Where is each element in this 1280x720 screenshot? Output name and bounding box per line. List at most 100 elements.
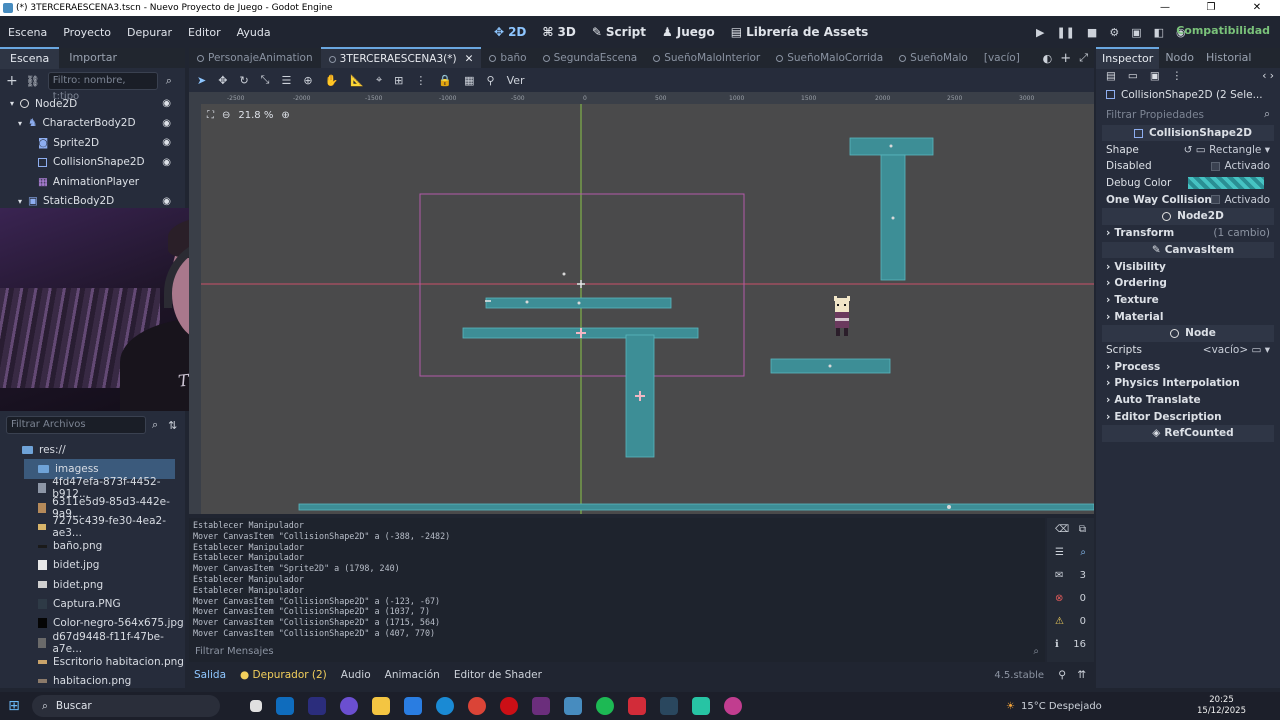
- copy-output-icon[interactable]: ⧉: [1079, 524, 1086, 535]
- tab-historial[interactable]: Historial: [1200, 48, 1257, 68]
- grid-snap-icon[interactable]: ⊞: [394, 74, 403, 87]
- expand-arrow-icon[interactable]: ▾: [10, 99, 14, 108]
- tab-salida[interactable]: Salida: [194, 669, 226, 681]
- pause-icon[interactable]: ❚❚: [1056, 26, 1074, 39]
- file-explorer-icon[interactable]: [372, 697, 390, 715]
- tab-animacion[interactable]: Animación: [385, 669, 440, 681]
- scene-tab[interactable]: [vacío]: [976, 48, 1028, 68]
- zoom-out-icon[interactable]: ⊖: [222, 110, 230, 121]
- search-icon[interactable]: ⌕: [1080, 547, 1086, 558]
- outlook-icon[interactable]: [276, 697, 294, 715]
- visibility-eye-icon[interactable]: ◉: [162, 118, 171, 129]
- filter-errors-toggle[interactable]: ⊗ 0: [1047, 587, 1094, 610]
- smart-snap-icon[interactable]: ⌖: [376, 73, 382, 87]
- section-process[interactable]: › Process: [1096, 358, 1280, 375]
- rotate-tool-icon[interactable]: ↻: [239, 74, 248, 87]
- group-icon[interactable]: ▦: [464, 74, 474, 87]
- obs-icon[interactable]: [724, 697, 742, 715]
- select-tool-icon[interactable]: ➤: [197, 74, 206, 87]
- fs-file[interactable]: baño.png: [0, 536, 185, 555]
- fs-file[interactable]: 7275c439-fe30-4ea2-ae3...: [0, 515, 185, 539]
- section-texture[interactable]: › Texture: [1096, 292, 1280, 309]
- open-folder-icon[interactable]: ▭: [1128, 70, 1138, 82]
- play-icon[interactable]: ▶: [1036, 26, 1044, 39]
- filter-info-toggle[interactable]: ℹ 16: [1047, 633, 1094, 656]
- fs-root[interactable]: res://: [0, 440, 185, 459]
- ruler-tool-icon[interactable]: 📐: [350, 74, 364, 87]
- menu-escena[interactable]: Escena: [0, 26, 55, 39]
- tree-row-node2d[interactable]: ▾ Node2D ◉: [0, 94, 185, 114]
- fs-file[interactable]: bidet.jpg: [0, 556, 185, 575]
- tree-row-collisionshape2d[interactable]: CollisionShape2D ◉: [0, 153, 185, 173]
- section-ordering[interactable]: › Ordering: [1096, 275, 1280, 292]
- edge-icon[interactable]: [436, 697, 454, 715]
- fs-file[interactable]: bidet.png: [0, 575, 185, 594]
- tab-importar[interactable]: Importar: [59, 48, 127, 68]
- store-icon[interactable]: [404, 697, 422, 715]
- more-icon[interactable]: ⋮: [1172, 70, 1183, 82]
- section-visibility[interactable]: › Visibility: [1096, 258, 1280, 275]
- screen-2d-button[interactable]: ✥ 2D: [494, 25, 526, 39]
- play-custom-icon[interactable]: ◧: [1154, 26, 1164, 39]
- sort-icon[interactable]: ⇅: [168, 419, 177, 432]
- clear-output-icon[interactable]: ⌫: [1055, 524, 1069, 535]
- center-view-icon[interactable]: ⛶: [207, 110, 214, 121]
- task-view-icon[interactable]: [250, 700, 262, 712]
- tabs-scroll-icon[interactable]: ◐: [1043, 52, 1053, 65]
- debug-color-swatch[interactable]: [1188, 177, 1264, 190]
- view-menu[interactable]: Ver: [507, 74, 525, 87]
- minimize-button[interactable]: —: [1142, 0, 1188, 16]
- screen-script-button[interactable]: ✎ Script: [592, 25, 646, 39]
- add-node-icon[interactable]: +: [6, 73, 18, 89]
- expand-arrow-icon[interactable]: ▾: [18, 119, 22, 128]
- stop-icon[interactable]: ■: [1087, 26, 1097, 39]
- section-transform[interactable]: › Transform (1 cambio): [1096, 225, 1280, 242]
- prop-scripts-value[interactable]: <vacío> ▭ ▾: [1203, 344, 1270, 356]
- red-app-icon[interactable]: [628, 697, 646, 715]
- prop-shape-value[interactable]: ↺ ▭ Rectangle ▾: [1184, 144, 1270, 156]
- scene-tab[interactable]: SueñoMalo: [891, 48, 976, 68]
- history-nav-icon[interactable]: ‹ ›: [1262, 70, 1274, 82]
- zoom-level[interactable]: 21.8 %: [238, 110, 273, 121]
- tab-shader-editor[interactable]: Editor de Shader: [454, 669, 542, 681]
- fs-file[interactable]: habitacion.png: [0, 672, 185, 688]
- expand-panel-icon[interactable]: ⇈: [1077, 669, 1086, 681]
- renderer-selector[interactable]: Compatibilidad: [1176, 24, 1270, 37]
- pivot-tool-icon[interactable]: ⊕: [303, 74, 312, 87]
- maximize-button[interactable]: ❐: [1188, 0, 1234, 16]
- fs-file[interactable]: Escritorio habitacion.png: [0, 652, 185, 671]
- winrar-icon[interactable]: [532, 697, 550, 715]
- screen-game-button[interactable]: ♟ Juego: [662, 25, 715, 39]
- photoshop-icon[interactable]: [308, 697, 326, 715]
- fs-file[interactable]: Captura.PNG: [0, 594, 185, 613]
- close-tab-icon[interactable]: ✕: [465, 49, 474, 69]
- menu-ayuda[interactable]: Ayuda: [229, 26, 279, 39]
- scene-tab[interactable]: SueñoMaloInterior: [645, 48, 768, 68]
- add-tab-icon[interactable]: +: [1060, 51, 1071, 66]
- property-filter-input[interactable]: Filtrar Propiedades: [1106, 109, 1204, 121]
- prop-disabled-checkbox[interactable]: Activado: [1211, 160, 1270, 172]
- scene-tab[interactable]: SegundaEscena: [535, 48, 646, 68]
- tab-nodo[interactable]: Nodo: [1159, 48, 1200, 68]
- visibility-eye-icon[interactable]: ◉: [162, 157, 171, 168]
- tab-audio[interactable]: Audio: [341, 669, 371, 681]
- snap-options-icon[interactable]: ⋮: [415, 74, 426, 87]
- zoom-in-icon[interactable]: ⊕: [281, 110, 289, 121]
- taskbar-search[interactable]: ⌕ Buscar: [32, 695, 220, 717]
- list-select-icon[interactable]: ☰: [281, 74, 291, 87]
- save-icon[interactable]: ▣: [1150, 70, 1160, 82]
- tab-depurador[interactable]: ● Depurador (2): [240, 669, 327, 681]
- section-auto-translate[interactable]: › Auto Translate: [1096, 392, 1280, 409]
- new-resource-icon[interactable]: ▤: [1106, 70, 1116, 82]
- scene-tab[interactable]: PersonajeAnimation: [189, 48, 321, 68]
- screen-assetlib-button[interactable]: ▤ Librería de Assets: [731, 25, 869, 39]
- visibility-eye-icon[interactable]: ◉: [162, 137, 171, 148]
- play-scene-icon[interactable]: ▣: [1131, 26, 1141, 39]
- menu-editor[interactable]: Editor: [180, 26, 229, 39]
- scene-filter-input[interactable]: Filtro: nombre, t:tipo: [47, 72, 158, 102]
- scene-tab-active[interactable]: 3TERCERAESCENA3(*) ✕: [320, 47, 482, 69]
- bone-icon[interactable]: ⚲: [487, 74, 495, 87]
- visibility-eye-icon[interactable]: ◉: [162, 196, 171, 207]
- godot-taskbar-icon[interactable]: [564, 697, 582, 715]
- close-window-button[interactable]: ✕: [1234, 0, 1280, 16]
